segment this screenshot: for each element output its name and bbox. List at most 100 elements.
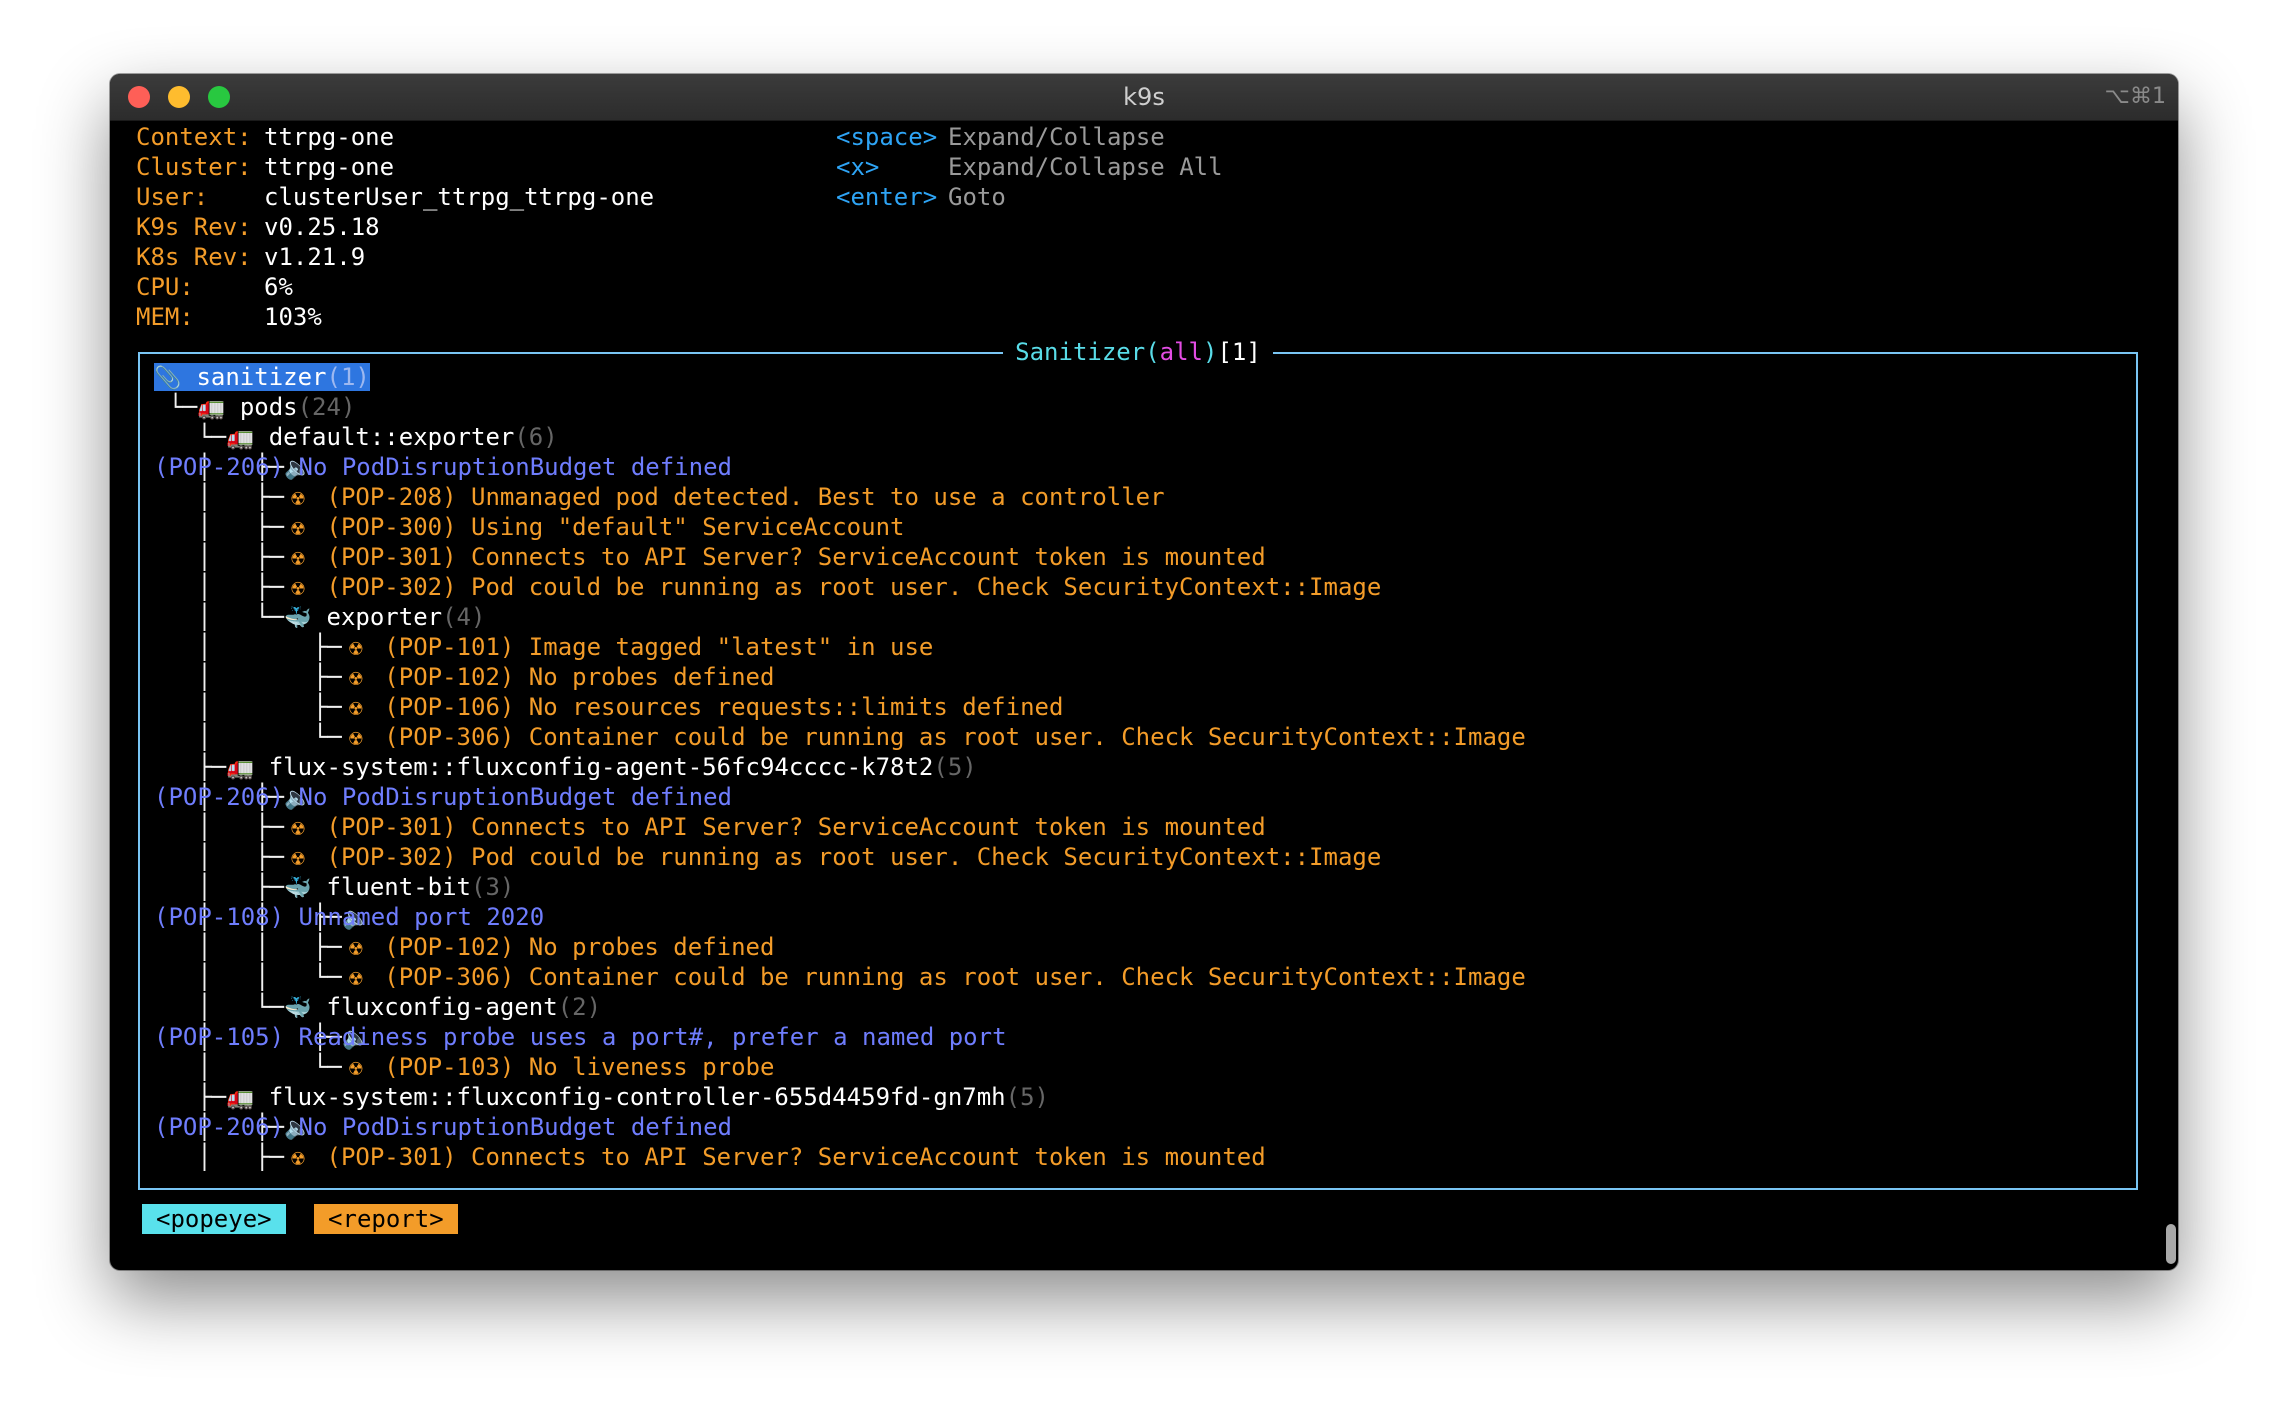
info-row-k9s-rev: K9s Rev: v0.25.18: [136, 212, 654, 242]
issue-message: (POP-206) No PodDisruptionBudget defined: [154, 452, 732, 482]
issue-row[interactable]: │ ├─ ☢ (POP-302) Pod could be running as …: [154, 572, 2126, 602]
issue-row[interactable]: │ ├─🔈 (POP-206) No PodDisruptionBudget d…: [154, 1112, 2126, 1142]
issue-row[interactable]: │ ├─🔈 (POP-105) Readiness probe uses a p…: [154, 1022, 2126, 1052]
info-row-cpu: CPU: 6%: [136, 272, 654, 302]
node-name: flux-system::fluxconfig-controller-655d4…: [268, 1083, 1006, 1111]
issue-message: (POP-302) Pod could be running as root u…: [327, 843, 1382, 871]
radioactive-icon: ☢: [349, 636, 363, 661]
breadcrumb-report[interactable]: <report>: [314, 1204, 458, 1234]
node-content: 🔈 (POP-108) Unnamed port 2020: [154, 903, 544, 931]
selected-node: 📎 sanitizer(1): [154, 363, 370, 391]
node-content: 🚛 flux-system::fluxconfig-agent-56fc94cc…: [226, 753, 977, 781]
node-content: 🚛 flux-system::fluxconfig-controller-655…: [226, 1083, 1049, 1111]
issue-message: (POP-301) Connects to API Server? Servic…: [327, 543, 1266, 571]
issue-message: (POP-306) Container could be running as …: [384, 723, 1526, 751]
info-row-user: User: clusterUser_ttrpg_ttrpg-one: [136, 182, 654, 212]
issue-message: (POP-103) No liveness probe: [384, 1053, 774, 1081]
tree-connector: ├─: [154, 753, 227, 781]
key-hint-space[interactable]: <space> Expand/Collapse: [836, 122, 1223, 152]
info-label: CPU:: [136, 273, 194, 301]
sanitizer-tree[interactable]: 📎 sanitizer(1) └─🚛 pods(24) └─🚛 default:…: [154, 362, 2126, 1172]
tree-node[interactable]: 📎 sanitizer(1): [154, 362, 2126, 392]
node-count: (6): [514, 423, 558, 451]
issue-row[interactable]: │ ├─ ☢ (POP-301) Connects to API Server? …: [154, 1142, 2126, 1172]
tree-connector: │ ├─: [154, 573, 285, 601]
node-name: default::exporter: [268, 423, 515, 451]
node-count: (4): [442, 603, 486, 631]
issue-row[interactable]: │ │ ├─ ☢ (POP-102) No probes defined: [154, 932, 2126, 962]
tree-node[interactable]: ├─🚛 flux-system::fluxconfig-agent-56fc94…: [154, 752, 2126, 782]
issue-text: Using "default" ServiceAccount: [471, 513, 905, 541]
info-label: K9s Rev:: [136, 213, 252, 241]
issue-text: Unmanaged pod detected. Best to use a co…: [471, 483, 1165, 511]
info-label: Context:: [136, 123, 252, 151]
breadcrumb-popeye[interactable]: <popeye>: [142, 1204, 286, 1234]
issue-message: (POP-301) Connects to API Server? Servic…: [327, 1143, 1266, 1171]
issue-row[interactable]: │ ├─ ☢ (POP-302) Pod could be running as …: [154, 842, 2126, 872]
issue-row[interactable]: │ ├─ ☢ (POP-301) Connects to API Server? …: [154, 542, 2126, 572]
issue-code: (POP-108): [154, 903, 285, 931]
tree-connector: │ └─: [154, 723, 342, 751]
issue-row[interactable]: │ └─ ☢ (POP-306) Container could be runni…: [154, 722, 2126, 752]
issue-code: (POP-206): [154, 453, 285, 481]
node-content: 🚛 default::exporter(6): [226, 423, 558, 451]
tree-node[interactable]: │ └─🐳 exporter(4): [154, 602, 2126, 632]
tree-connector: │ ├─: [154, 543, 285, 571]
node-content: ☢ (POP-302) Pod could be running as root…: [284, 573, 1381, 601]
issue-row[interactable]: │ ├─🔈 (POP-206) No PodDisruptionBudget d…: [154, 452, 2126, 482]
issue-row[interactable]: │ └─ ☢ (POP-103) No liveness probe: [154, 1052, 2126, 1082]
issue-row[interactable]: │ ├─ ☢ (POP-102) No probes defined: [154, 662, 2126, 692]
radioactive-icon: ☢: [349, 666, 363, 691]
truck-icon: 🚛: [226, 756, 254, 781]
radioactive-icon: ☢: [349, 1056, 363, 1081]
tree-connector: │ ├─: [154, 693, 342, 721]
key-hint-enter[interactable]: <enter> Goto: [836, 182, 1223, 212]
issue-code: (POP-206): [154, 1113, 285, 1141]
tree-connector: │ ├─: [154, 513, 285, 541]
tree-connector: │ ├─: [154, 873, 285, 901]
paperclip-icon: 📎: [154, 366, 182, 391]
issue-message: (POP-302) Pod could be running as root u…: [327, 573, 1382, 601]
tree-node[interactable]: │ └─🐳 fluxconfig-agent(2): [154, 992, 2126, 1022]
node-count: (2): [557, 993, 602, 1021]
radioactive-icon: ☢: [291, 546, 305, 571]
node-content: 🚛 pods(24): [197, 393, 356, 421]
info-row-context: Context: ttrpg-one: [136, 122, 654, 152]
node-count: (5): [1005, 1083, 1049, 1111]
scrollbar[interactable]: [2166, 1224, 2176, 1264]
issue-row[interactable]: │ ├─ ☢ (POP-300) Using "default" ServiceA…: [154, 512, 2126, 542]
issue-row[interactable]: │ │ └─ ☢ (POP-306) Container could be run…: [154, 962, 2126, 992]
issue-row[interactable]: │ ├─ ☢ (POP-106) No resources requests::l…: [154, 692, 2126, 722]
node-content: 🐳 fluxconfig-agent(2): [284, 993, 601, 1021]
whale-icon: 🐳: [284, 876, 312, 901]
issue-row[interactable]: │ ├─ ☢ (POP-301) Connects to API Server? …: [154, 812, 2126, 842]
issue-message: (POP-102) No probes defined: [384, 663, 774, 691]
key-label: <x>: [836, 153, 880, 181]
issue-message: (POP-306) Container could be running as …: [384, 963, 1526, 991]
tree-node[interactable]: └─🚛 default::exporter(6): [154, 422, 2126, 452]
issue-row[interactable]: │ ├─ ☢ (POP-101) Image tagged "latest" in…: [154, 632, 2126, 662]
node-content: ☢ (POP-301) Connects to API Server? Serv…: [284, 813, 1265, 841]
issue-code: (POP-103): [384, 1053, 515, 1081]
issue-row[interactable]: │ │ ├─🔈 (POP-108) Unnamed port 2020: [154, 902, 2126, 932]
node-name: exporter: [326, 603, 443, 631]
issue-row[interactable]: │ ├─🔈 (POP-206) No PodDisruptionBudget d…: [154, 782, 2126, 812]
tree-connector: │ │ └─: [154, 963, 342, 991]
issue-message: (POP-102) No probes defined: [384, 933, 774, 961]
issue-message: (POP-206) No PodDisruptionBudget defined: [154, 1112, 732, 1142]
terminal-content[interactable]: Context: ttrpg-one Cluster: ttrpg-one User…: [136, 122, 2152, 1270]
info-label: MEM:: [136, 303, 194, 331]
tree-node[interactable]: └─🚛 pods(24): [154, 392, 2126, 422]
issue-text: Unnamed port 2020: [298, 903, 545, 931]
info-label: K8s Rev:: [136, 243, 252, 271]
issue-code: (POP-301): [326, 1143, 457, 1171]
issue-row[interactable]: │ ├─ ☢ (POP-208) Unmanaged pod detected. …: [154, 482, 2126, 512]
key-hint-x[interactable]: <x> Expand/Collapse All: [836, 152, 1223, 182]
tree-connector: │ │ ├─: [154, 933, 342, 961]
tree-node[interactable]: │ ├─🐳 fluent-bit(3): [154, 872, 2126, 902]
node-content: 🔈 (POP-206) No PodDisruptionBudget defin…: [154, 783, 732, 811]
tree-node[interactable]: ├─🚛 flux-system::fluxconfig-controller-6…: [154, 1082, 2126, 1112]
node-content: ☢ (POP-102) No probes defined: [342, 933, 774, 961]
issue-text: Connects to API Server? ServiceAccount t…: [471, 543, 1266, 571]
node-content: ☢ (POP-102) No probes defined: [342, 663, 774, 691]
